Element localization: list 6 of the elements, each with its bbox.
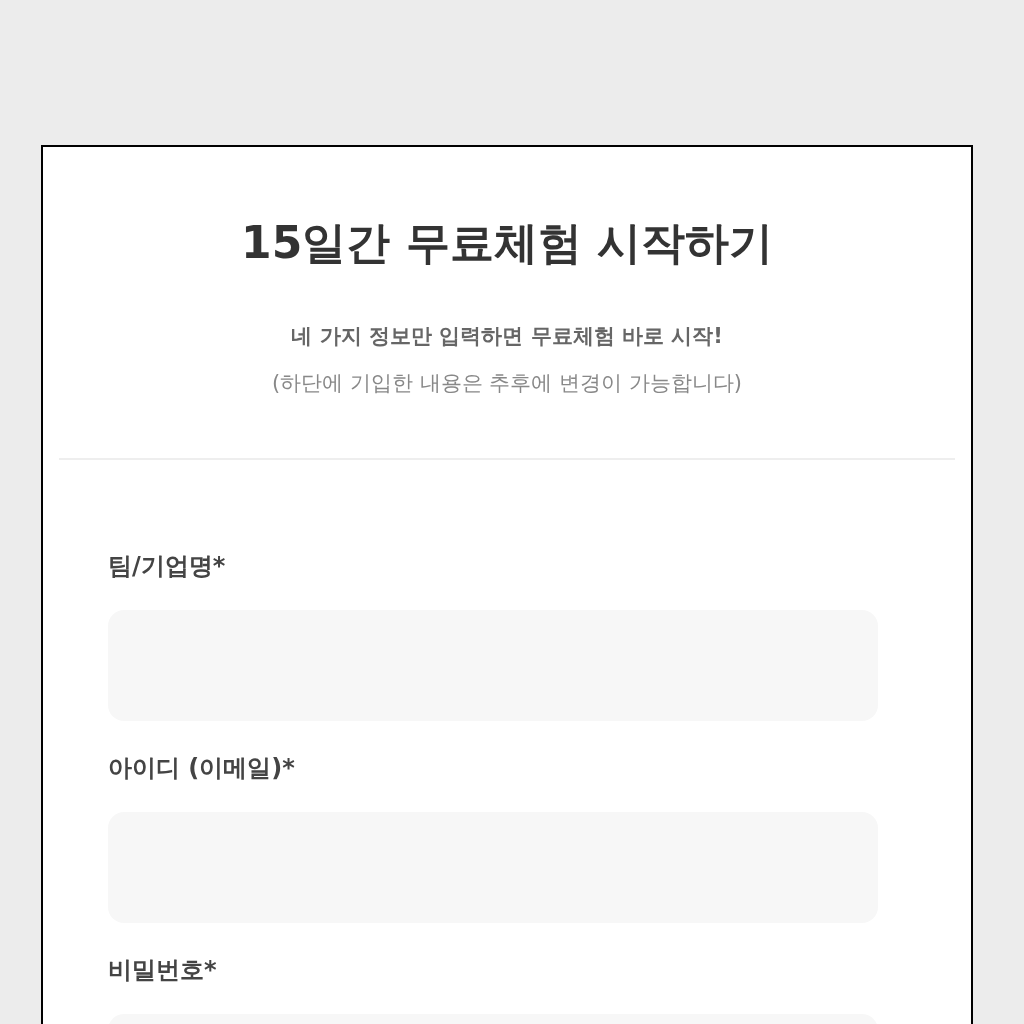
subtitle: 네 가지 정보만 입력하면 무료체험 바로 시작!	[291, 323, 723, 350]
note-text: (하단에 기입한 내용은 추후에 변경이 가능합니다)	[272, 370, 742, 397]
field-label: 비밀번호*	[108, 955, 218, 986]
page-title: 15일간 무료체험 시작하기	[241, 216, 773, 270]
field-label: 아이디 (이메일)*	[108, 753, 296, 784]
field-label: 팀/기업명*	[108, 551, 227, 582]
